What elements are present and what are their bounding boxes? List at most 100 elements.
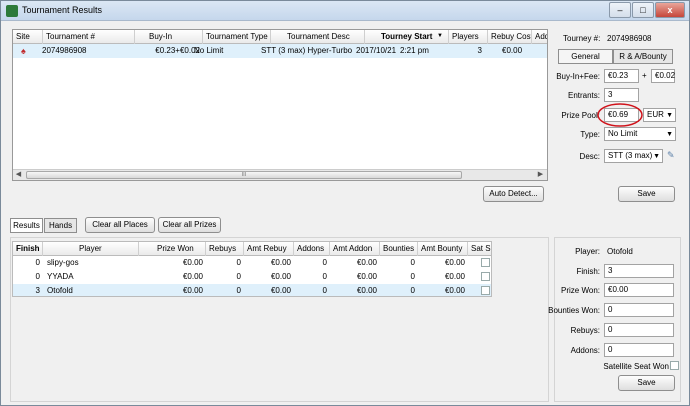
col-tournament-type[interactable]: Tournament Type [203,30,271,44]
chevron-down-icon: ▼ [653,153,660,160]
prize-won-cell: €0.00 [182,286,203,295]
col-prize-won[interactable]: Prize Won [139,242,206,256]
prize-won-cell: €0.00 [182,272,203,281]
prize-pool-label: Prize Pool: [561,111,600,120]
currency-select[interactable]: EUR ▼ [643,108,676,122]
col-addons[interactable]: Addons [532,30,547,44]
type-label: Type: [580,130,600,139]
minimize-button[interactable]: – [609,2,631,18]
col-players[interactable]: Players [449,30,488,44]
col-rebuy-cost[interactable]: Rebuy Cost [488,30,532,44]
player-cell: slipy-gos [47,258,79,267]
buy-in-field[interactable]: €0.23 [604,69,639,83]
scroll-left-icon[interactable]: ◀ [13,170,24,180]
rebuys-cell: 0 [236,286,241,295]
col-site[interactable]: Site [13,30,43,44]
close-button[interactable]: x [655,2,685,18]
fee-field[interactable]: €0.02 [651,69,675,83]
tab-bounty[interactable]: R & A/Bounty [613,49,673,64]
tournament-table-header: Site Tournament # Buy-In Tournament Type… [13,30,547,44]
type-select[interactable]: No Limit ▼ [604,127,676,141]
col-amt-bounty[interactable]: Amt Bounty [418,242,468,256]
rebuy-cost: €0.00 [502,46,523,55]
finish-cell: 0 [35,272,40,281]
col-buy-in[interactable]: Buy-In [135,30,203,44]
tourney-number-value: 2074986908 [607,34,652,43]
maximize-button[interactable]: □ [632,2,654,18]
clear-prizes-button[interactable]: Clear all Prizes [158,217,221,233]
amt-addon-cell: €0.00 [356,272,377,281]
col-rebuys[interactable]: Rebuys [206,242,244,256]
col-player[interactable]: Player [43,242,139,256]
finish-label: Finish: [576,267,600,276]
addons-field[interactable]: 0 [604,343,674,357]
addons-cell: 0 [322,258,327,267]
col-amt-addon[interactable]: Amt Addon [330,242,380,256]
type-value: No Limit [608,129,638,138]
tab-general[interactable]: General [558,49,613,64]
sat-seat-checkbox[interactable] [481,272,490,281]
save-button[interactable]: Save [618,186,675,202]
sat-seat-checkbox[interactable] [481,286,490,295]
finish-cell: 0 [35,258,40,267]
results-table-header: Finish Player Prize Won Rebuys Amt Rebuy… [13,242,491,256]
rebuys-field[interactable]: 0 [604,323,674,337]
auto-detect-button[interactable]: Auto Detect... [483,186,544,202]
sat-seat-checkbox[interactable] [481,258,490,267]
player-label: Player: [575,247,600,256]
prize-won-label: Prize Won: [561,286,600,295]
bounties-won-label: Bounties Won: [548,306,600,315]
chevron-down-icon: ▼ [666,131,673,138]
amt-bounty-cell: €0.00 [444,272,465,281]
tab-hands[interactable]: Hands [44,218,77,233]
table-row[interactable]: 3 Otofold €0.00 0 €0.00 0 €0.00 0 €0.00 [13,284,491,296]
col-sat-seat[interactable]: Sat Seat [468,242,491,256]
tournament-desc: STT (3 max) Hyper-Turbo [261,46,353,55]
pokerstars-icon: ♠ [21,46,26,56]
bounties-cell: 0 [410,258,415,267]
amt-rebuy-cell: €0.00 [270,286,291,295]
col-tournament-number[interactable]: Tournament # [43,30,135,44]
desc-select[interactable]: STT (3 max) ▼ [604,149,663,163]
addons-cell: 0 [322,272,327,281]
amt-rebuy-cell: €0.00 [270,272,291,281]
addons-label: Addons: [570,346,600,355]
edit-icon[interactable]: ✎ [667,150,675,161]
table-row[interactable]: 0 slipy-gos €0.00 0 €0.00 0 €0.00 0 €0.00 [13,256,491,270]
title-bar: Tournament Results – □ x [1,1,689,21]
entrants-field[interactable]: 3 [604,88,639,102]
col-bounties[interactable]: Bounties [380,242,418,256]
player-cell: Otofold [47,286,73,295]
bounties-won-field[interactable]: 0 [604,303,674,317]
player-cell: YYADA [47,272,74,281]
col-tournament-desc[interactable]: Tournament Desc [271,30,365,44]
player-value: Otofold [607,247,633,256]
prize-won-field[interactable]: €0.00 [604,283,674,297]
rebuys-label: Rebuys: [570,326,600,335]
currency-value: EUR [647,110,664,119]
col-amt-rebuy[interactable]: Amt Rebuy [244,242,294,256]
desc-label: Desc: [579,152,600,161]
tab-results[interactable]: Results [10,218,43,233]
col-addons[interactable]: Addons [294,242,330,256]
table-row[interactable]: ♠ 2074986908 €0.23+€0.02 No Limit STT (3… [13,44,547,58]
col-finish[interactable]: Finish [13,242,43,256]
satellite-seat-checkbox[interactable] [670,361,679,370]
bounties-cell: 0 [410,272,415,281]
addons-cell: 0 [322,286,327,295]
clear-places-button[interactable]: Clear all Places [85,217,155,233]
scroll-right-icon[interactable]: ▶ [535,170,546,180]
table-row[interactable]: 0 YYADA €0.00 0 €0.00 0 €0.00 0 €0.00 [13,270,491,284]
satellite-seat-label: Satellite Seat Won [603,362,669,371]
app-icon [6,5,18,17]
desc-value: STT (3 max) [608,151,653,160]
sort-desc-icon: ▼ [437,33,443,39]
amt-bounty-cell: €0.00 [444,286,465,295]
player-save-button[interactable]: Save [618,375,675,391]
amt-addon-cell: €0.00 [356,286,377,295]
horizontal-scrollbar[interactable]: ◀ III ▶ [13,169,547,180]
finish-field[interactable]: 3 [604,264,674,278]
annotation-circle [597,103,643,127]
tournament-table: Site Tournament # Buy-In Tournament Type… [12,29,548,181]
scrollbar-thumb[interactable]: III [26,171,462,179]
